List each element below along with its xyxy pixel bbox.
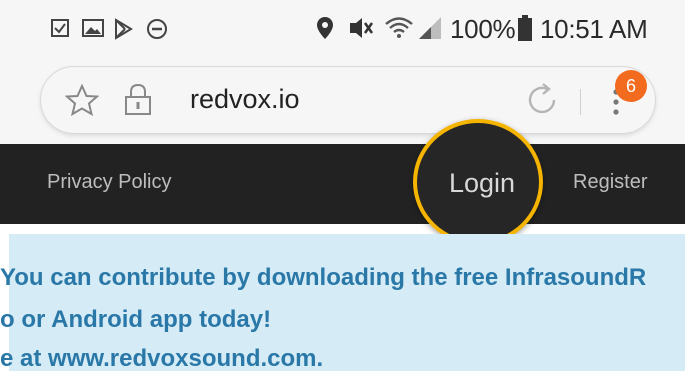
banner-line-2[interactable]: o or Android app today!	[0, 306, 271, 334]
do-not-disturb-icon	[147, 19, 167, 39]
banner-line-3[interactable]: e at www.redvoxsound.com.	[0, 345, 323, 373]
reload-icon[interactable]	[523, 81, 561, 119]
status-bar: 100% 10:51 AM	[0, 0, 685, 58]
wifi-icon	[385, 17, 413, 38]
url-text[interactable]: redvox.io	[190, 84, 300, 115]
nav-privacy-policy[interactable]: Privacy Policy	[47, 171, 171, 194]
tab-count-badge[interactable]: 6	[615, 70, 647, 102]
location-icon	[317, 17, 333, 39]
checklist-icon	[51, 19, 69, 37]
play-store-icon	[115, 18, 133, 40]
gallery-icon	[82, 19, 104, 37]
site-nav: Privacy Policy Register	[0, 144, 685, 224]
banner-line-1: You can contribute by downloading the fr…	[0, 264, 647, 291]
star-icon[interactable]	[65, 84, 99, 116]
clock: 10:51 AM	[540, 14, 648, 44]
battery-percent: 100%	[450, 14, 516, 44]
vibrate-mute-icon	[350, 18, 374, 38]
info-banner: You can contribute by downloading the fr…	[0, 234, 685, 372]
battery-icon	[518, 15, 532, 41]
nav-register[interactable]: Register	[573, 171, 647, 194]
lock-icon	[125, 83, 151, 115]
nav-login[interactable]: Login	[449, 168, 515, 199]
signal-icon	[419, 17, 441, 39]
address-bar[interactable]: redvox.io	[40, 66, 656, 134]
browser-toolbar: redvox.io	[0, 58, 685, 144]
toolbar-divider	[580, 89, 581, 115]
